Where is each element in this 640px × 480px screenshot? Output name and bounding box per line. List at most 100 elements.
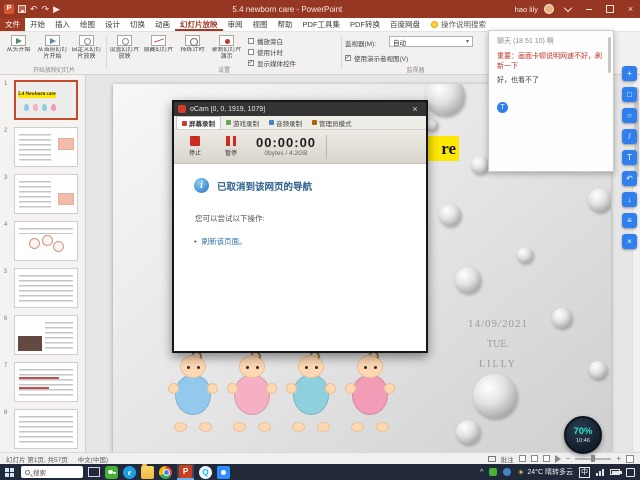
ocam-tab-audio-record[interactable]: 音频录制	[264, 116, 307, 129]
user-avatar[interactable]	[544, 4, 554, 14]
battery-icon[interactable]	[610, 469, 622, 475]
thumbnail-slide-4[interactable]: 4	[0, 219, 85, 266]
network-icon[interactable]	[596, 468, 604, 476]
refresh-page-link[interactable]: 刷新该页面。	[202, 236, 247, 247]
language-indicator[interactable]: 中文(中国)	[78, 454, 108, 464]
zoom-in-button[interactable]: +	[616, 454, 621, 463]
thumbnail-slide-1[interactable]: 1 5.4 Newborn care	[0, 78, 85, 125]
edge-taskbar-icon[interactable]: e	[123, 465, 136, 479]
file-explorer-taskbar-icon[interactable]	[141, 463, 154, 479]
monitor-dropdown[interactable]: 自动 ▾	[389, 36, 473, 47]
powerpoint-taskbar-active[interactable]: P	[177, 464, 194, 480]
annotation-tool-rect-icon[interactable]: □	[622, 87, 637, 102]
user-name[interactable]: hao lily	[515, 5, 538, 14]
undo-icon[interactable]: ↶	[30, 4, 38, 14]
annotation-tool-add-icon[interactable]: +	[622, 66, 637, 81]
slideshow-view-button[interactable]	[554, 454, 561, 463]
slide-sorter-view-button[interactable]	[530, 455, 538, 462]
thumbnail-slide-5[interactable]: 5	[0, 266, 85, 313]
normal-view-button[interactable]	[518, 455, 526, 462]
powerpoint-taskbar-icon[interactable]: P	[179, 464, 192, 478]
tab-pdf-tools[interactable]: PDF工具集	[298, 18, 346, 31]
annotation-tool-undo-icon[interactable]: ↶	[622, 171, 637, 186]
tab-animations[interactable]: 动画	[150, 18, 175, 31]
redo-icon[interactable]: ↷	[42, 4, 50, 14]
wechat-taskbar-icon[interactable]	[105, 465, 118, 479]
ocam-tab-screen-record[interactable]: 屏幕录制	[176, 116, 221, 129]
rehearse-timings-button[interactable]: 排练计时	[176, 34, 209, 65]
checkbox[interactable]	[248, 49, 254, 55]
text-tool-icon[interactable]: T	[497, 102, 508, 114]
zoom-out-button[interactable]: −	[566, 454, 571, 463]
ocam-pause-button[interactable]: 暂停	[218, 136, 244, 157]
thumbnail-slide-8[interactable]: 8	[0, 407, 85, 452]
thumbnail-slide-6[interactable]: 6	[0, 313, 85, 360]
annotation-tool-text-icon[interactable]: T	[622, 150, 637, 165]
tab-baidu-netdisk[interactable]: 百度网盘	[385, 18, 425, 31]
tab-design[interactable]: 设计	[100, 18, 125, 31]
ocam-tab-admin-mode[interactable]: 管理员模式	[307, 116, 357, 129]
tray-icon-blue[interactable]	[503, 468, 512, 476]
minimize-button[interactable]	[581, 0, 596, 18]
reading-view-button[interactable]	[542, 455, 550, 462]
powerpoint-app-icon[interactable]: P	[4, 4, 14, 14]
zoom-slider[interactable]	[575, 455, 612, 462]
chrome-taskbar-icon[interactable]	[159, 465, 172, 479]
annotation-tool-save-icon[interactable]: ↓	[622, 192, 637, 207]
ribbon-display-options-icon[interactable]	[560, 0, 575, 18]
checkbox-checked[interactable]: ✓	[345, 55, 351, 61]
from-current-slide-button[interactable]: 从当前幻灯片开始	[36, 34, 69, 65]
zoom-slider-knob[interactable]	[591, 455, 596, 462]
ocam-close-icon[interactable]: ×	[408, 104, 422, 114]
qq-taskbar-icon[interactable]: Q	[199, 465, 212, 479]
start-slideshow-icon[interactable]: ▶	[53, 4, 60, 14]
record-slideshow-button[interactable]: 录制幻灯片演示	[210, 34, 243, 65]
start-button[interactable]	[2, 464, 16, 480]
custom-slideshow-button[interactable]: 自定义幻灯片放映	[70, 34, 103, 65]
chat-scrollbar[interactable]	[608, 37, 611, 73]
ocam-title-bar[interactable]: oCam [0, 0, 1919, 1079] ×	[174, 102, 426, 116]
tab-home[interactable]: 开始	[25, 18, 50, 31]
action-center-icon[interactable]	[626, 467, 635, 477]
meeting-taskbar-icon[interactable]	[217, 465, 230, 479]
annotation-tool-ellipse-icon[interactable]: ○	[622, 108, 637, 123]
play-narrations-checkbox[interactable]: 播放旁白	[248, 36, 340, 46]
save-icon[interactable]	[18, 5, 26, 13]
ocam-tab-game-record[interactable]: 游戏录制	[221, 116, 264, 129]
tab-pdf-convert[interactable]: PDF转换	[345, 18, 385, 31]
comments-label[interactable]: 批注	[501, 454, 514, 464]
hide-slide-button[interactable]: 隐藏幻灯片	[142, 34, 175, 65]
tab-insert[interactable]: 插入	[50, 18, 75, 31]
thumbnail-slide-3[interactable]: 3	[0, 172, 85, 219]
use-presenter-view-checkbox[interactable]: ✓ 使用演示者视图(V)	[345, 53, 408, 63]
tray-icon-green[interactable]	[489, 468, 498, 476]
tab-slideshow[interactable]: 幻灯片放映	[175, 18, 223, 31]
chat-text-tool[interactable]: T	[497, 102, 605, 114]
fit-slide-to-window-button[interactable]	[626, 454, 634, 463]
annotation-tool-menu-icon[interactable]: ≡	[622, 213, 637, 228]
ocam-stop-button[interactable]: 停止	[182, 136, 208, 157]
tab-help[interactable]: 帮助	[273, 18, 298, 31]
close-button[interactable]: ×	[623, 0, 638, 18]
restore-button[interactable]	[602, 0, 617, 18]
tab-view[interactable]: 视图	[248, 18, 273, 31]
annotation-tool-pen-icon[interactable]: /	[622, 129, 637, 144]
task-view-button[interactable]	[88, 467, 100, 477]
from-beginning-button[interactable]: 从头开始	[2, 34, 35, 65]
hidden-icons-chevron[interactable]: ^	[480, 469, 483, 476]
tell-me-search[interactable]: 操作说明搜索	[425, 18, 492, 31]
use-timings-checkbox[interactable]: 使用计时	[248, 47, 340, 57]
ime-indicator[interactable]: 中	[579, 466, 590, 478]
weather-widget[interactable]: ☀ 24°C 晴转多云	[517, 467, 573, 477]
setup-slideshow-button[interactable]: 设置幻灯片放映	[108, 34, 141, 65]
thumbnail-slide-7[interactable]: 7	[0, 360, 85, 407]
tab-review[interactable]: 审阅	[223, 18, 248, 31]
taskbar-search-box[interactable]: 搜索	[21, 466, 83, 478]
tab-transitions[interactable]: 切换	[125, 18, 150, 31]
comments-icon[interactable]	[487, 455, 496, 462]
thumbnail-slide-2[interactable]: 2	[0, 125, 85, 172]
tab-file[interactable]: 文件	[0, 18, 25, 31]
clock-widget[interactable]: 70% 10:46	[564, 416, 602, 454]
annotation-tool-close-icon[interactable]: ×	[622, 234, 637, 249]
checkbox[interactable]	[248, 38, 254, 44]
